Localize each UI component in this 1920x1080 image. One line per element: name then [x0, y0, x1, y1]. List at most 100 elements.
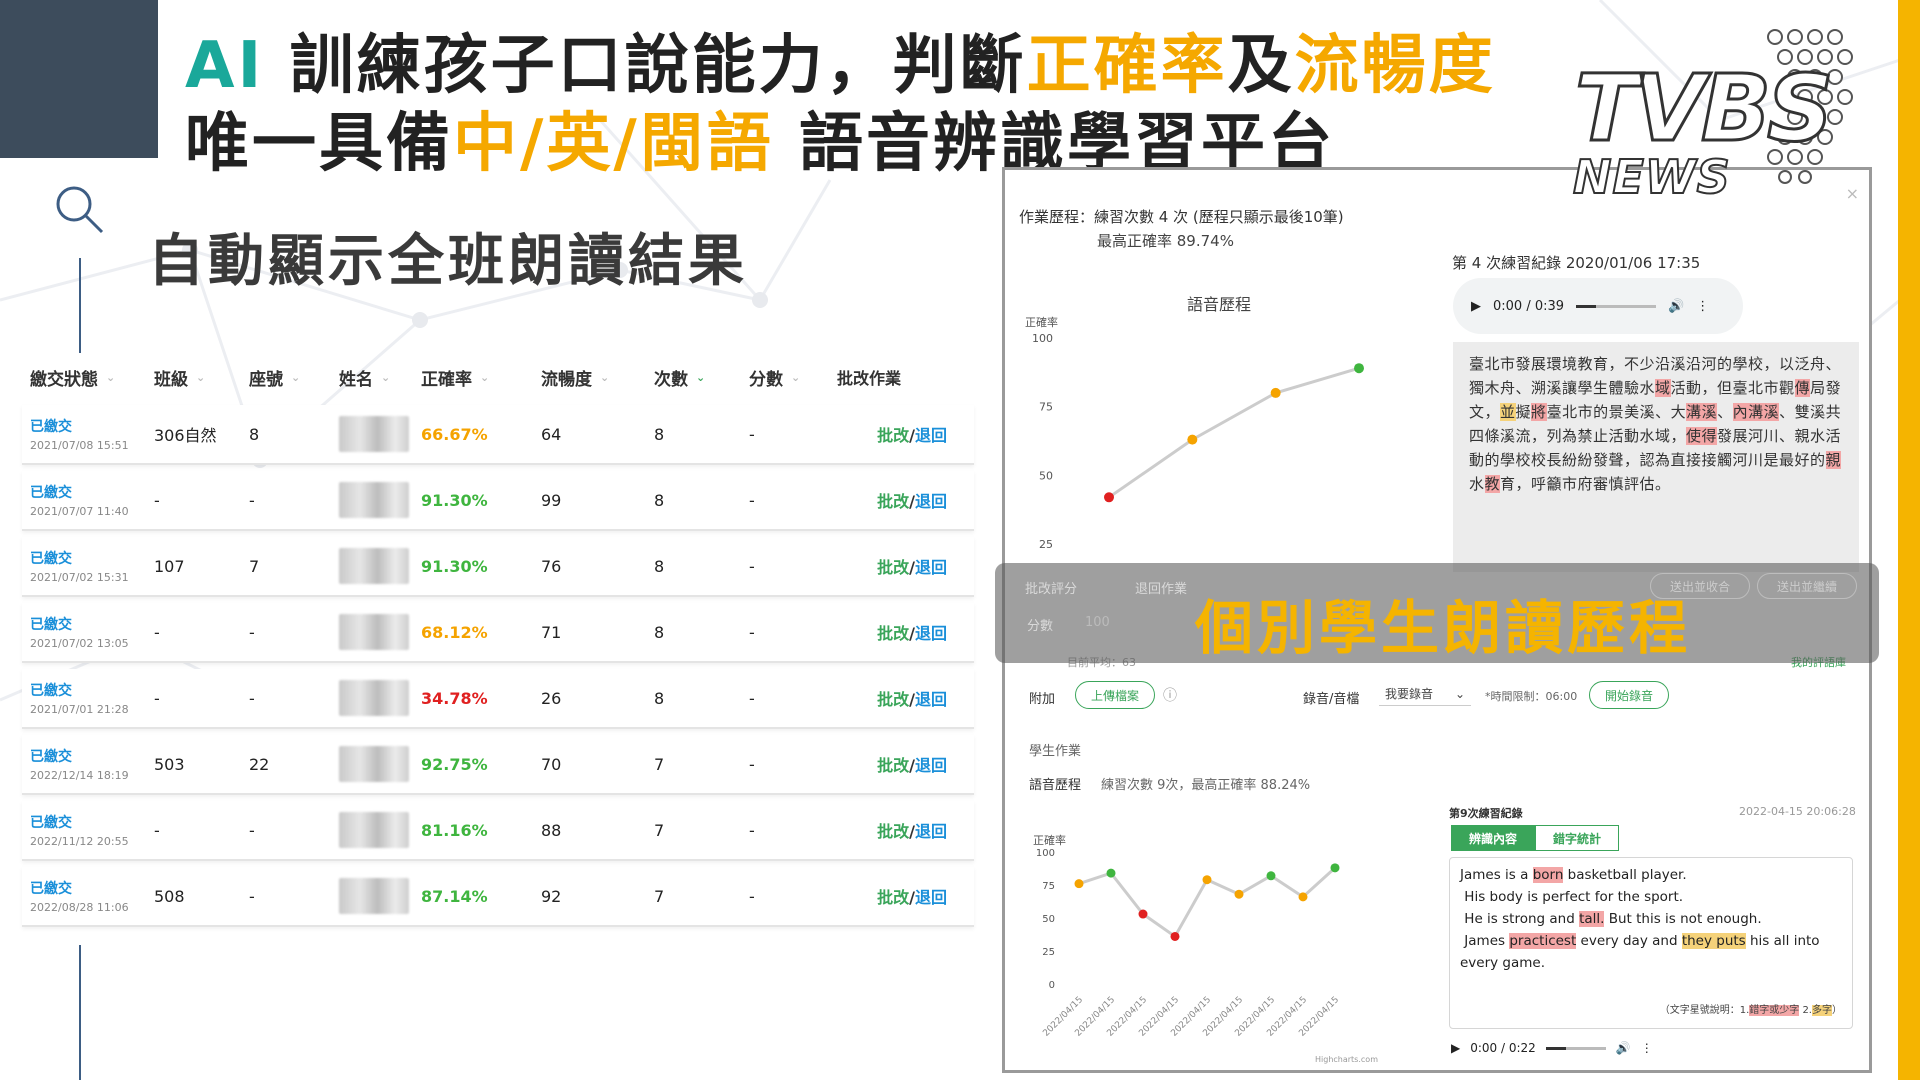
status-text[interactable]: 已繳交 [30, 812, 154, 832]
table-row: 已繳交 2021/07/02 13:05 - - 68.12% 71 8 - 批改/退回 [22, 603, 974, 663]
return-link[interactable]: 退回 [915, 822, 947, 841]
history2-label: 語音歷程 [1029, 778, 1082, 793]
header-count[interactable]: 次數 ⌄ [654, 365, 749, 390]
upload-file-button[interactable]: 上傳檔案 [1075, 681, 1155, 709]
start-record-button[interactable]: 開始錄音 [1589, 681, 1669, 709]
return-link[interactable]: 退回 [915, 888, 947, 907]
history-summary: 作業歷程：練習次數 4 次 (歷程只顯示最後10筆) [1019, 208, 1344, 226]
marked-word: practicest [1509, 933, 1577, 949]
y-tick-label: 0 [1049, 980, 1055, 991]
return-link[interactable]: 退回 [915, 426, 947, 445]
submit-date: 2021/07/07 11:40 [30, 505, 129, 518]
grade-link[interactable]: 批改 [877, 558, 909, 577]
tab-grade[interactable]: 批改評分 [1025, 578, 1077, 597]
audio-player-2: ▶ 0:00 / 0:22 🔊 ⋮ [1451, 1033, 1701, 1063]
status-text[interactable]: 已繳交 [30, 416, 154, 436]
play-icon[interactable]: ▶ [1451, 1041, 1460, 1055]
submit-continue-button[interactable]: 送出並繼續 [1757, 573, 1857, 599]
tab-error-stats[interactable]: 錯字統計 [1535, 825, 1619, 851]
marked-word: 教 [1484, 475, 1501, 493]
data-point [1354, 363, 1364, 374]
sort-caret-icon: ⌄ [480, 370, 490, 384]
grade-link[interactable]: 批改 [877, 690, 909, 709]
status-text[interactable]: 已繳交 [30, 746, 154, 766]
recognized-english-text: James is a born basketball player. His b… [1449, 857, 1853, 1029]
cell-actions: 批改/退回 [837, 752, 947, 776]
cell-score: - [749, 820, 755, 840]
record-mode-select[interactable]: 我要錄音 ⌄ [1379, 682, 1471, 706]
play-icon[interactable]: ▶ [1471, 299, 1481, 314]
header-label: 正確率 [421, 369, 472, 390]
marked-word: 將 [1531, 403, 1547, 421]
grade-link[interactable]: 批改 [877, 888, 909, 907]
header-grading: 批改作業 [837, 365, 947, 389]
tab-recognized-content[interactable]: 辨識內容 [1451, 825, 1535, 851]
status-text[interactable]: 已繳交 [30, 482, 154, 502]
return-link[interactable]: 退回 [915, 624, 947, 643]
table-row: 已繳交 2021/07/02 15:31 107 7 91.30% 76 8 - 批改/退回 [22, 537, 974, 597]
more-icon[interactable]: ⋮ [1696, 299, 1709, 314]
return-link[interactable]: 退回 [915, 690, 947, 709]
cell-fluency: 26 [541, 688, 562, 708]
more-icon[interactable]: ⋮ [1641, 1041, 1653, 1055]
status-text[interactable]: 已繳交 [30, 680, 154, 700]
cell-accuracy: 87.14% [421, 886, 488, 906]
header-status[interactable]: 繳交狀態 ⌄ [22, 365, 154, 390]
sort-caret-icon: ⌄ [381, 370, 391, 384]
cell-fluency: 92 [541, 886, 562, 906]
grade-link[interactable]: 批改 [877, 624, 909, 643]
submit-date: 2021/07/02 15:31 [30, 571, 129, 584]
marked-word: born [1532, 867, 1564, 883]
legend-end: ） [1832, 1005, 1842, 1016]
y-tick-label: 50 [1042, 914, 1055, 925]
cell-count: 8 [654, 622, 665, 642]
audio-progress-bar[interactable] [1545, 1046, 1606, 1050]
grade-link[interactable]: 批改 [877, 756, 909, 775]
header-fluency[interactable]: 流暢度 ⌄ [541, 365, 654, 390]
record2-tabs: 辨識內容 錯字統計 [1451, 825, 1619, 851]
status-text[interactable]: 已繳交 [30, 878, 154, 898]
section-title: 自動顯示全班朗讀結果 [148, 229, 748, 294]
attach-label: 附加 [1029, 692, 1056, 707]
score-input[interactable]: 100 [1085, 615, 1110, 630]
table-row: 已繳交 2021/07/07 11:40 - - 91.30% 99 8 - 批改/退回 [22, 471, 974, 531]
audio-progress-bar[interactable] [1576, 304, 1657, 308]
y-tick-label: 25 [1039, 538, 1053, 551]
status-text[interactable]: 已繳交 [30, 614, 154, 634]
sort-caret-icon: ⌄ [291, 370, 301, 384]
header-score[interactable]: 分數 ⌄ [749, 365, 837, 390]
marked-word: they puts [1681, 933, 1746, 949]
header-name[interactable]: 姓名 ⌄ [339, 365, 421, 390]
header-class[interactable]: 班級 ⌄ [154, 365, 249, 390]
volume-icon[interactable]: 🔊 [1668, 299, 1684, 314]
record-label: 錄音/音檔 [1303, 692, 1360, 707]
grade-link[interactable]: 批改 [877, 822, 909, 841]
banner-title: 個別學生朗讀歷程 [1195, 594, 1692, 662]
header-label: 次數 [654, 369, 688, 390]
legend-mid: 2. [1799, 1005, 1812, 1016]
cell-class: 306自然 [154, 426, 217, 445]
cell-score: - [749, 688, 755, 708]
cell-count: 8 [654, 490, 665, 510]
info-icon: ⓘ [1163, 688, 1177, 704]
cell-count: 8 [654, 556, 665, 576]
y-axis-label: 正確率 [1033, 833, 1066, 847]
grade-link[interactable]: 批改 [877, 426, 909, 445]
return-link[interactable]: 退回 [915, 492, 947, 511]
y-tick-label: 50 [1039, 469, 1053, 482]
return-link[interactable]: 退回 [915, 756, 947, 775]
status-text[interactable]: 已繳交 [30, 548, 154, 568]
header-seat[interactable]: 座號 ⌄ [249, 365, 339, 390]
cell-count: 7 [654, 754, 665, 774]
return-link[interactable]: 退回 [915, 558, 947, 577]
y-tick-label: 25 [1042, 947, 1055, 958]
volume-icon[interactable]: 🔊 [1616, 1041, 1631, 1055]
marked-word: tall. [1579, 911, 1605, 927]
header-accuracy[interactable]: 正確率 ⌄ [421, 365, 541, 390]
grade-link[interactable]: 批改 [877, 492, 909, 511]
table-row: 已繳交 2021/07/08 15:51 306自然 8 66.67% 64 8 - 批改/退回 [22, 405, 974, 465]
cell-count: 7 [654, 820, 665, 840]
cell-fluency: 99 [541, 490, 562, 510]
tab-return[interactable]: 退回作業 [1135, 578, 1187, 597]
audio-time: 0:00 / 0:22 [1470, 1041, 1536, 1055]
